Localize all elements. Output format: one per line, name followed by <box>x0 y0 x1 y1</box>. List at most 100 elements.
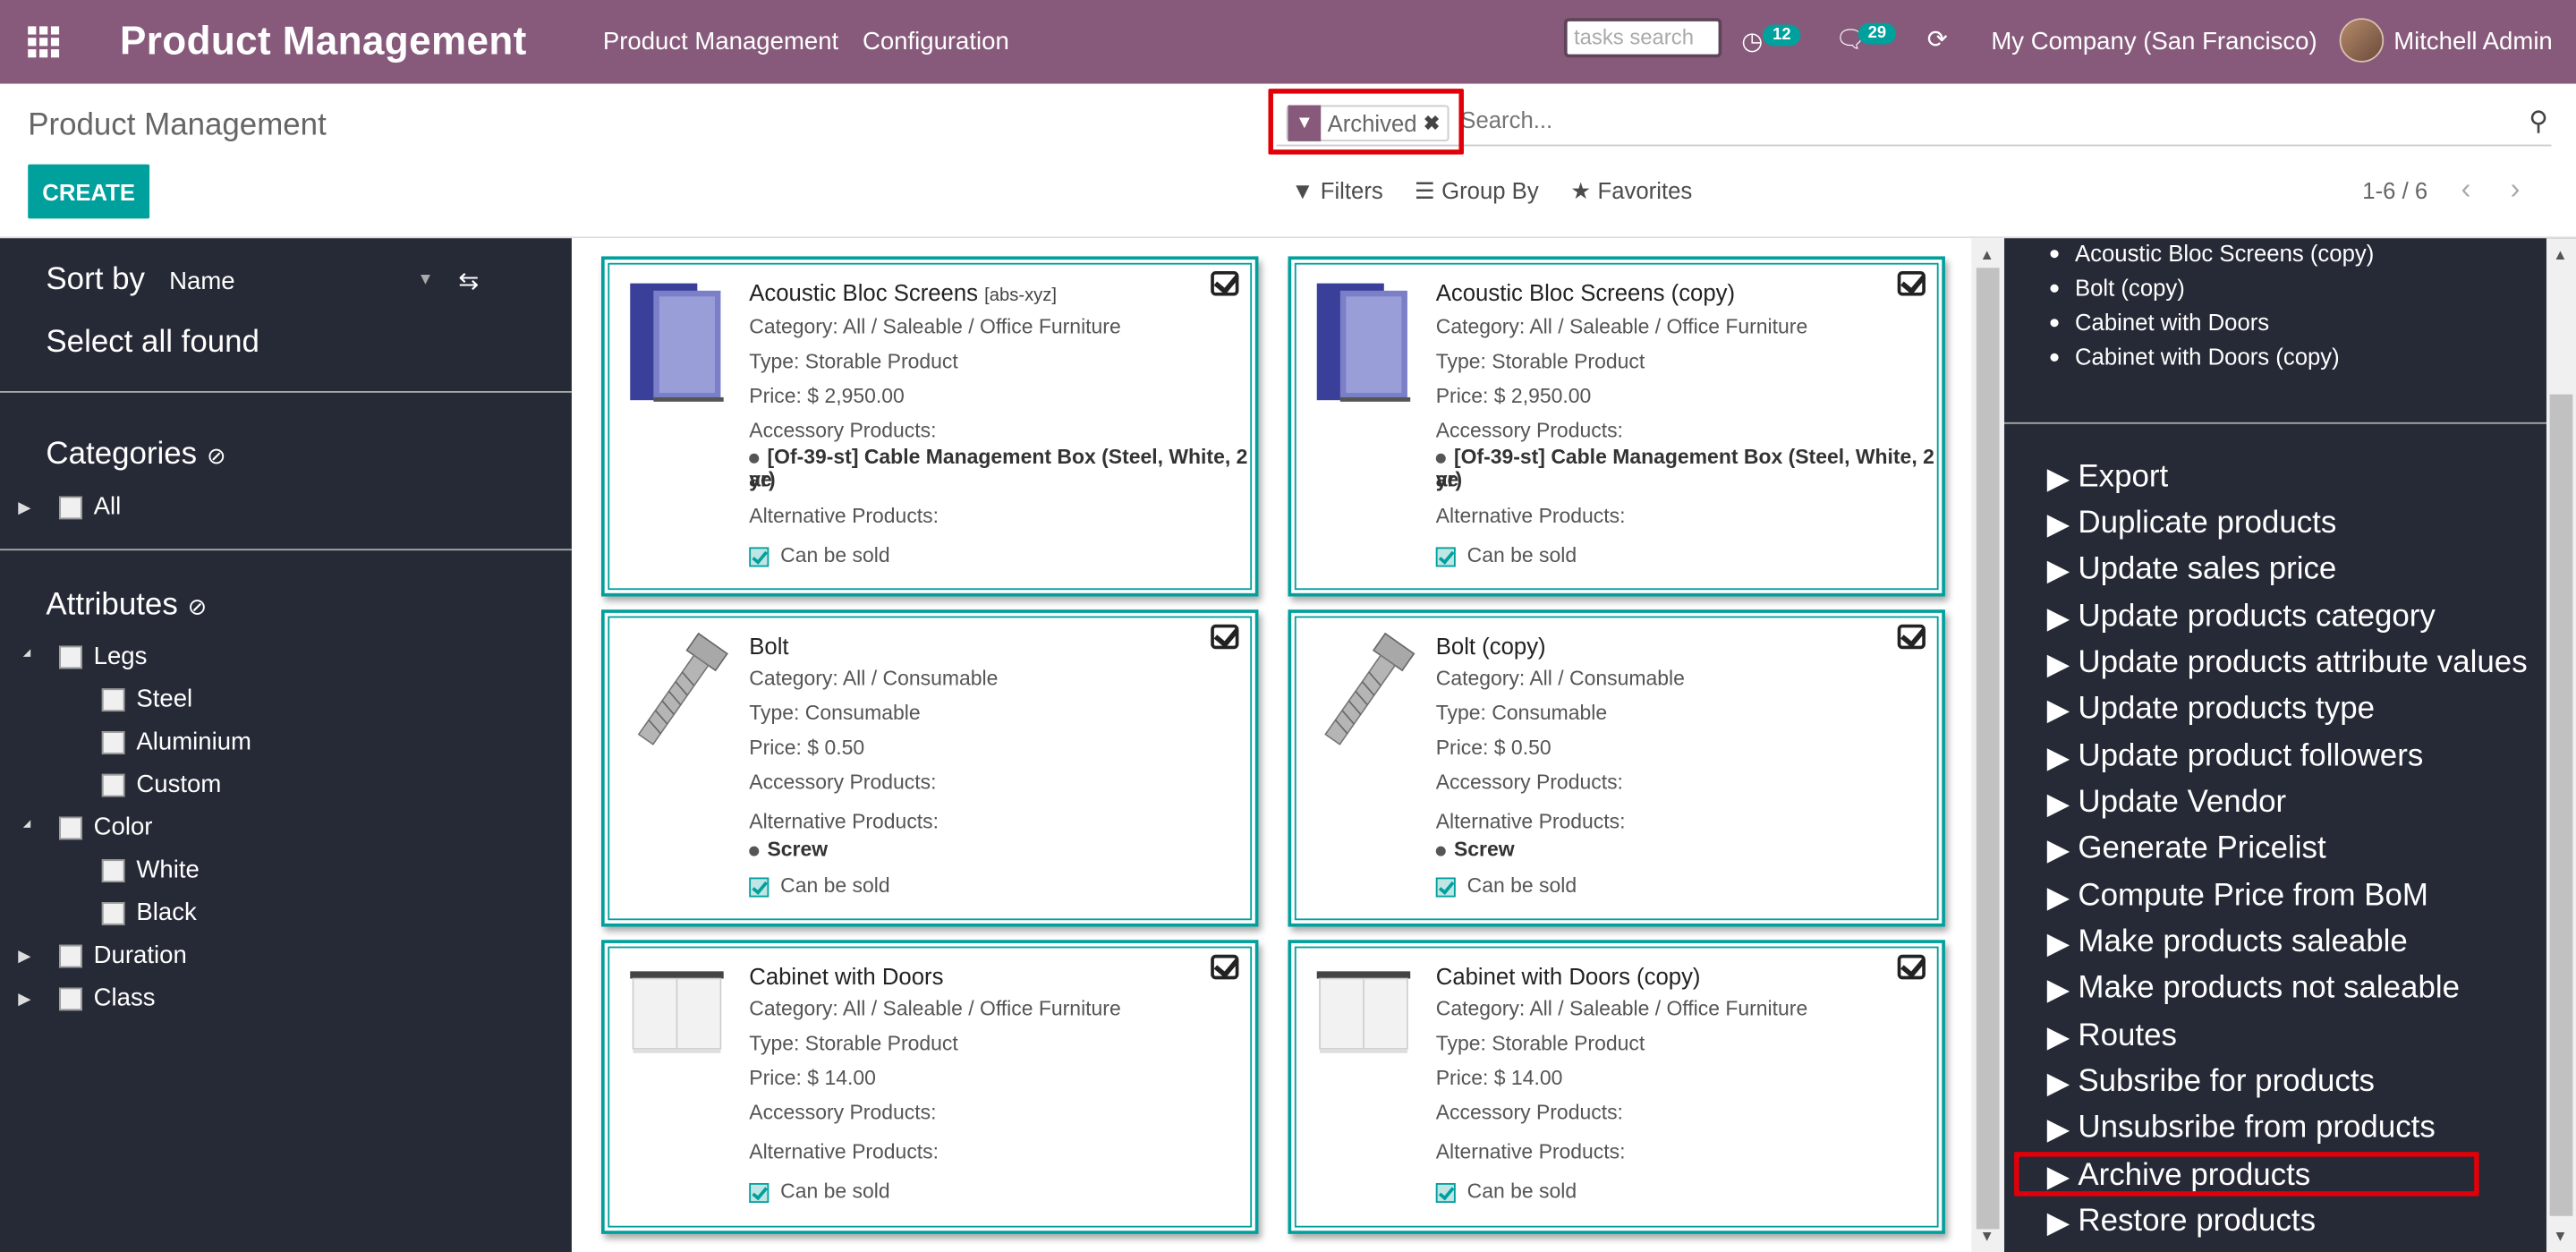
card-title: Acoustic Bloc Screens [abs-xyz] <box>749 279 1057 305</box>
pager-value[interactable]: 1-6 / 6 <box>2362 177 2427 203</box>
checkbox-icon[interactable] <box>101 730 125 754</box>
attribute-value-custom[interactable]: Custom <box>101 771 221 798</box>
action-update-products-category[interactable]: ▶ Update products category <box>2047 600 2436 635</box>
action-compute-price-from-bom[interactable]: ▶ Compute Price from BoM <box>2047 879 2428 915</box>
top-navbar: Product Management Product Management Co… <box>0 0 2576 84</box>
caret-down-icon[interactable]: ◢ <box>23 647 30 659</box>
attribute-class[interactable]: Class <box>59 984 156 1012</box>
product-card[interactable]: Cabinet with Doors (copy) Category: All … <box>1288 940 1945 1234</box>
checkbox-checked-icon[interactable] <box>1897 954 1926 980</box>
action-routes[interactable]: ▶ Routes <box>2047 1018 2177 1054</box>
checkbox-icon[interactable] <box>101 687 125 711</box>
scroll-down-icon[interactable]: ▼ <box>2553 1228 2567 1244</box>
content-scrollbar[interactable]: ▲ ▼ <box>1971 238 2005 1252</box>
checkbox-checked-icon[interactable] <box>1897 624 1926 650</box>
product-card[interactable]: Acoustic Bloc Screens [abs-xyz] Category… <box>601 256 1259 597</box>
caret-right-icon[interactable]: ▶ <box>18 991 30 1009</box>
scrollbar-thumb[interactable] <box>2549 394 2573 1216</box>
scrollbar-thumb[interactable] <box>1976 268 2000 1230</box>
sort-select[interactable]: Name <box>169 268 234 295</box>
card-alternative-label: Alternative Products: <box>1435 1140 1626 1163</box>
action-make-products-saleable[interactable]: ▶ Make products saleable <box>2047 925 2408 961</box>
checkbox-icon[interactable] <box>59 495 82 519</box>
refresh-icon[interactable]: ⟳ <box>1927 25 1948 54</box>
action-make-products-not-saleable[interactable]: ▶ Make products not saleable <box>2047 971 2460 1007</box>
category-all[interactable]: All <box>59 493 121 521</box>
product-image <box>630 971 724 1053</box>
action-label: Subsribe for products <box>2078 1064 2375 1100</box>
menu-configuration[interactable]: Configuration <box>863 28 1009 55</box>
action-unsubscribe-from-products[interactable]: ▶ Unsubsribe from products <box>2047 1111 2436 1146</box>
user-menu[interactable]: Mitchell Admin <box>2393 28 2553 55</box>
checkbox-icon[interactable] <box>59 815 82 839</box>
triangle-right-icon: ▶ <box>2046 925 2070 959</box>
favorites-button[interactable]: ★ Favorites <box>1570 177 1692 205</box>
checkbox-icon[interactable] <box>59 943 82 967</box>
checkbox-icon[interactable] <box>59 986 82 1010</box>
list-icon: ☰ <box>1414 177 1442 204</box>
card-type: Type: Storable Product <box>1435 1032 1645 1055</box>
attribute-legs[interactable]: Legs <box>59 643 147 670</box>
filters-button[interactable]: ▼ Filters <box>1291 177 1383 203</box>
tasks-search-input[interactable]: tasks search <box>1563 18 1722 58</box>
card-accessory-label: Accessory Products: <box>1435 419 1623 442</box>
pager-previous-icon[interactable]: ‹ <box>2461 173 2470 208</box>
attribute-value-steel[interactable]: Steel <box>101 686 192 713</box>
avatar[interactable] <box>2339 18 2385 63</box>
attribute-value-black[interactable]: Black <box>101 899 197 927</box>
attribute-value-aluminium[interactable]: Aluminium <box>101 728 251 756</box>
product-card[interactable]: Cabinet with Doors Category: All / Salea… <box>601 940 1259 1234</box>
checkbox-icon[interactable] <box>101 772 125 796</box>
action-update-sales-price[interactable]: ▶ Update sales price <box>2047 552 2337 588</box>
create-button[interactable]: CREATE <box>28 164 150 219</box>
action-subscribe-for-products[interactable]: ▶ Subsribe for products <box>2047 1065 2375 1101</box>
chevron-down-icon[interactable]: ▼ <box>417 271 433 289</box>
ban-icon[interactable]: ⊘ <box>188 593 208 619</box>
apps-icon[interactable] <box>28 26 61 58</box>
product-card[interactable]: Bolt (copy) Category: All / Consumable T… <box>1288 609 1945 927</box>
action-restore-products[interactable]: ▶ Restore products <box>2047 1205 2316 1240</box>
checkbox-icon[interactable] <box>101 901 125 924</box>
action-label: Generate Pricelist <box>2078 831 2326 866</box>
sort-toggle-icon[interactable]: ⇆ <box>458 266 479 295</box>
checkbox-icon[interactable] <box>59 644 82 669</box>
caret-down-icon[interactable]: ◢ <box>23 818 30 830</box>
checkbox-checked-icon[interactable] <box>1897 270 1926 296</box>
action-update-products-type[interactable]: ▶ Update products type <box>2047 692 2375 728</box>
groupby-button[interactable]: ☰ Group By <box>1415 177 1539 205</box>
search-input[interactable] <box>1460 106 2446 133</box>
checkbox-checked-icon[interactable] <box>1211 954 1239 980</box>
triangle-right-icon: ▶ <box>2046 507 2070 541</box>
select-all-found-link[interactable]: Select all found <box>46 326 259 362</box>
action-update-product-followers[interactable]: ▶ Update product followers <box>2047 739 2423 775</box>
company-switcher[interactable]: My Company (San Francisco) <box>1991 28 2317 55</box>
product-card[interactable]: Acoustic Bloc Screens (copy) Category: A… <box>1288 256 1945 597</box>
action-duplicate-products[interactable]: ▶ Duplicate products <box>2047 507 2337 542</box>
panel-scrollbar[interactable]: ▲ ▼ <box>2546 238 2576 1252</box>
card-alternative-text: Screw <box>767 838 829 862</box>
checkbox-checked-icon[interactable] <box>1211 624 1239 650</box>
action-export[interactable]: ▶ Export <box>2047 460 2168 496</box>
triangle-right-icon: ▶ <box>2046 1019 2070 1053</box>
checkbox-icon[interactable] <box>101 858 125 882</box>
attribute-value-white[interactable]: White <box>101 856 200 884</box>
product-card[interactable]: Bolt Category: All / Consumable Type: Co… <box>601 609 1259 927</box>
app-brand[interactable]: Product Management <box>120 20 527 65</box>
attribute-duration[interactable]: Duration <box>59 941 187 969</box>
menu-product-management[interactable]: Product Management <box>603 28 838 55</box>
activity-icon[interactable]: ◷ <box>1741 26 1763 55</box>
search-icon[interactable]: ⚲ <box>2529 106 2548 139</box>
ban-icon[interactable]: ⊘ <box>207 442 226 468</box>
action-update-attribute-values[interactable]: ▶ Update products attribute values <box>2047 646 2528 682</box>
scroll-up-icon[interactable]: ▲ <box>1980 246 1994 262</box>
scroll-up-icon[interactable]: ▲ <box>2553 246 2567 262</box>
caret-right-icon[interactable]: ▶ <box>18 499 30 517</box>
scroll-down-icon[interactable]: ▼ <box>1980 1228 1994 1244</box>
action-generate-pricelist[interactable]: ▶ Generate Pricelist <box>2047 831 2326 867</box>
pager-next-icon[interactable]: › <box>2511 173 2521 208</box>
attribute-color[interactable]: Color <box>59 813 152 841</box>
checkbox-checked-icon[interactable] <box>1211 270 1239 296</box>
triangle-right-icon: ▶ <box>2046 1111 2070 1145</box>
action-update-vendor[interactable]: ▶ Update Vendor <box>2047 786 2286 822</box>
caret-right-icon[interactable]: ▶ <box>18 948 30 966</box>
